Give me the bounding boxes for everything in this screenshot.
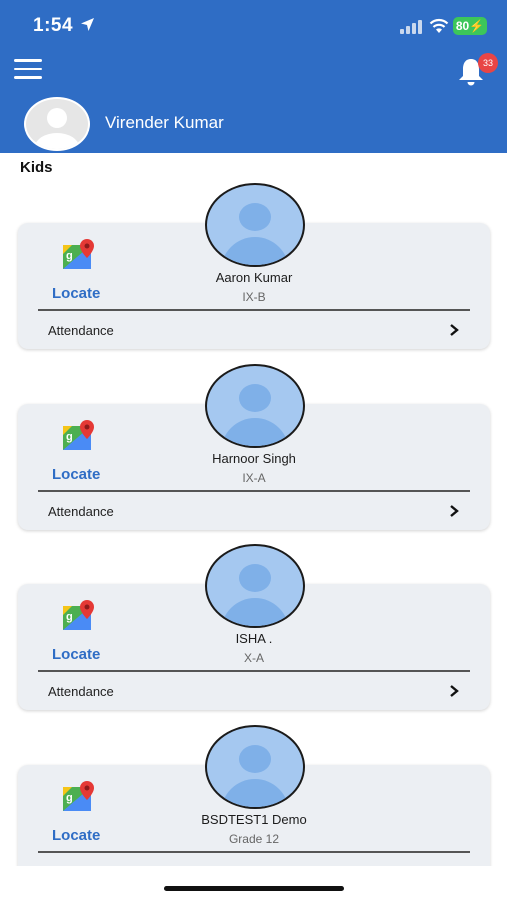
kid-class: X-A (243, 651, 264, 665)
location-arrow-icon (81, 18, 94, 31)
google-maps-icon[interactable]: g (62, 600, 96, 632)
divider (38, 851, 470, 853)
section-title-kids: Kids (20, 159, 53, 176)
chevron-right-icon[interactable] (448, 323, 460, 337)
attendance-link[interactable]: Attendance (48, 323, 114, 338)
user-silhouette-icon (35, 108, 79, 149)
profile-avatar[interactable] (24, 97, 90, 151)
svg-text:g: g (66, 250, 73, 262)
kids-list[interactable]: g Locate Aaron Kumar IX-B Attendance g L… (0, 178, 507, 866)
hamburger-menu-button[interactable] (14, 59, 42, 79)
status-time: 1:54 (33, 15, 74, 36)
google-maps-icon[interactable]: g (62, 781, 96, 813)
kid-class: Grade 12 (228, 832, 280, 846)
divider (38, 490, 470, 492)
app-header: 1:54 80⚡ 33 Virender Kumar (0, 0, 507, 153)
status-bar: 1:54 80⚡ (0, 0, 507, 50)
home-indicator[interactable] (164, 886, 344, 891)
user-name: Virender Kumar (105, 113, 224, 132)
google-maps-icon[interactable]: g (62, 420, 96, 452)
kid-avatar[interactable] (205, 364, 305, 448)
google-maps-icon[interactable]: g (62, 239, 96, 271)
cellular-signal-icon (400, 20, 422, 34)
kid-avatar[interactable] (205, 183, 305, 267)
attendance-link[interactable]: Attendance (48, 684, 114, 699)
battery-indicator: 80⚡ (453, 17, 487, 35)
kid-name: Aaron Kumar (215, 270, 293, 285)
wifi-icon (429, 18, 449, 33)
attendance-link[interactable]: Attendance (48, 504, 114, 519)
divider (38, 309, 470, 311)
kid-class: IX-A (242, 471, 266, 485)
kid-name: ISHA . (235, 631, 273, 646)
battery-level: 80 (455, 19, 470, 33)
svg-text:g: g (66, 431, 73, 443)
chevron-right-icon[interactable] (448, 504, 460, 518)
notification-badge: 33 (478, 53, 498, 73)
kid-name: BSDTEST1 Demo (201, 812, 307, 827)
kid-avatar[interactable] (205, 725, 305, 809)
svg-text:g: g (66, 611, 73, 623)
kid-name: Harnoor Singh (212, 451, 296, 466)
svg-text:g: g (66, 792, 73, 804)
divider (38, 670, 470, 672)
kid-class: IX-B (242, 290, 266, 304)
chevron-right-icon[interactable] (448, 684, 460, 698)
kid-avatar[interactable] (205, 544, 305, 628)
